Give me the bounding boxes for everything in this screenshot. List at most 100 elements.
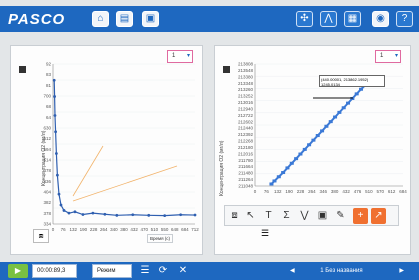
data-point[interactable] [52, 78, 56, 82]
fit-icon[interactable]: ⋁ [297, 208, 312, 224]
scale-icon[interactable] [223, 66, 230, 73]
help-icon[interactable]: ? [396, 11, 413, 27]
text-tool-icon[interactable]: T [261, 208, 276, 224]
camera-icon[interactable]: ◉ [372, 11, 389, 27]
data-point[interactable] [57, 192, 61, 196]
data-point[interactable] [315, 134, 320, 138]
sensor-icon[interactable]: ✣ [296, 11, 313, 27]
data-point[interactable] [276, 175, 281, 179]
data-point[interactable] [354, 92, 359, 96]
page-navigator: ◀ 1 Без названия ▶ [290, 264, 410, 278]
data-point[interactable] [272, 179, 277, 183]
data-point[interactable] [147, 213, 151, 217]
prev-page-icon[interactable]: ◀ [290, 268, 295, 274]
data-point[interactable] [346, 101, 351, 105]
coordinate-tooltip: (440.00001, 213862.1952) 1245.0134 [319, 75, 385, 87]
y-tick-label: 211780 [238, 158, 253, 163]
data-point[interactable] [103, 212, 107, 216]
data-point[interactable] [53, 95, 56, 98]
data-point[interactable] [294, 157, 299, 161]
data-point[interactable] [163, 214, 167, 217]
data-point[interactable] [269, 182, 274, 186]
data-point[interactable] [179, 213, 183, 217]
y-tick-label: 213260 [238, 87, 254, 92]
data-point[interactable] [53, 114, 57, 117]
data-point[interactable] [59, 203, 63, 207]
data-point[interactable] [333, 115, 338, 119]
data-point[interactable] [302, 147, 307, 151]
x-tick-label: 648 [171, 227, 179, 232]
refresh-icon[interactable]: ⟳ [156, 264, 170, 278]
left-graph[interactable]: 9283817006864630612594514478436404382378… [11, 46, 204, 256]
y-axis-label: Концентрация O2 (мг/л) [41, 130, 47, 186]
tool-palette: ⧈ ↖ T Σ ⋁ ▣ ✎ + ↗ [224, 205, 399, 226]
list-icon[interactable]: ☰ [258, 228, 272, 242]
data-series-line [53, 80, 196, 217]
data-point[interactable] [359, 87, 364, 91]
x-tick-label: 0 [52, 227, 55, 232]
data-point[interactable] [281, 171, 286, 175]
x-tick-label: 712 [191, 227, 199, 232]
data-point[interactable] [341, 106, 346, 110]
coordinate-tool-icon[interactable]: + [353, 208, 368, 224]
data-point[interactable] [54, 130, 57, 134]
y-tick-label: 212180 [238, 145, 254, 150]
slope-tool-icon[interactable]: ↗ [371, 208, 386, 224]
data-point[interactable] [91, 211, 95, 215]
bottom-toolbar: ▶ 00:00:89,3 Режим ☰ ⟳ ✕ ◀ 1 Без названи… [0, 262, 419, 280]
select-icon[interactable]: ↖ [243, 208, 258, 224]
data-point[interactable] [298, 152, 303, 156]
next-page-icon[interactable]: ▶ [399, 264, 404, 278]
app-window: PASCO ⌂ ▤ ▣ ✣ ⋀ ▦ ◉ ? 1 ▾ Концентрация O… [0, 0, 419, 280]
new-file-icon[interactable]: ▣ [142, 11, 159, 27]
top-toolbar: PASCO ⌂ ▤ ▣ ✣ ⋀ ▦ ◉ ? [0, 6, 419, 32]
data-point[interactable] [62, 209, 66, 212]
home-icon[interactable]: ⌂ [92, 11, 109, 27]
data-point[interactable] [54, 152, 58, 155]
data-point[interactable] [324, 124, 329, 128]
y-tick-label: 92 [46, 62, 52, 67]
zoom-icon[interactable]: ▣ [315, 208, 330, 224]
data-point[interactable] [320, 129, 325, 133]
brush-icon[interactable]: ✎ [333, 208, 348, 224]
tangent-line[interactable] [72, 165, 178, 202]
y-tick-label: 212602 [238, 119, 254, 124]
sum-icon[interactable]: Σ [279, 208, 294, 224]
y-tick-label: 212268 [238, 139, 254, 144]
y-tick-label: 212722 [238, 113, 254, 118]
data-point[interactable] [81, 213, 85, 216]
x-tick-label: 684 [399, 189, 407, 194]
x-tick-label: 132 [70, 227, 78, 232]
play-button[interactable]: ▶ [8, 264, 28, 278]
data-point[interactable] [285, 166, 290, 170]
mode-selector[interactable]: Режим [92, 264, 132, 278]
data-point[interactable] [289, 161, 294, 165]
data-point[interactable] [115, 213, 119, 217]
y-tick-label: 700 [43, 94, 51, 99]
y-tick-label: 213348 [238, 81, 254, 86]
list-icon[interactable]: ☰ [138, 264, 152, 278]
document-icon[interactable]: ▤ [116, 11, 133, 27]
y-tick-label: 212440 [238, 126, 254, 131]
data-point[interactable] [193, 213, 197, 217]
data-point[interactable] [55, 173, 59, 177]
channel-selector[interactable]: 1 ▾ [375, 50, 401, 63]
channel-selector[interactable]: 1 ▾ [167, 50, 193, 63]
graph-type-icon[interactable]: ⧈ [227, 208, 242, 224]
x-axis-unit[interactable]: Время (с) [147, 234, 174, 243]
data-point[interactable] [67, 211, 71, 215]
graph-type-icon[interactable]: ⧈ [33, 229, 49, 243]
data-point[interactable] [337, 110, 342, 114]
data-point[interactable] [307, 143, 312, 147]
y-tick-label: 212392 [238, 132, 254, 137]
data-point[interactable] [311, 138, 316, 142]
scale-icon[interactable] [19, 66, 26, 73]
tools-icon[interactable]: ✕ [176, 264, 190, 278]
data-point[interactable] [73, 210, 77, 214]
data-icon[interactable]: ▦ [344, 11, 361, 27]
share-icon[interactable]: ⋀ [320, 11, 337, 27]
y-tick-label: 211048 [238, 184, 253, 189]
data-point[interactable] [131, 213, 135, 217]
data-point[interactable] [328, 120, 333, 124]
tangent-line[interactable] [72, 145, 104, 197]
